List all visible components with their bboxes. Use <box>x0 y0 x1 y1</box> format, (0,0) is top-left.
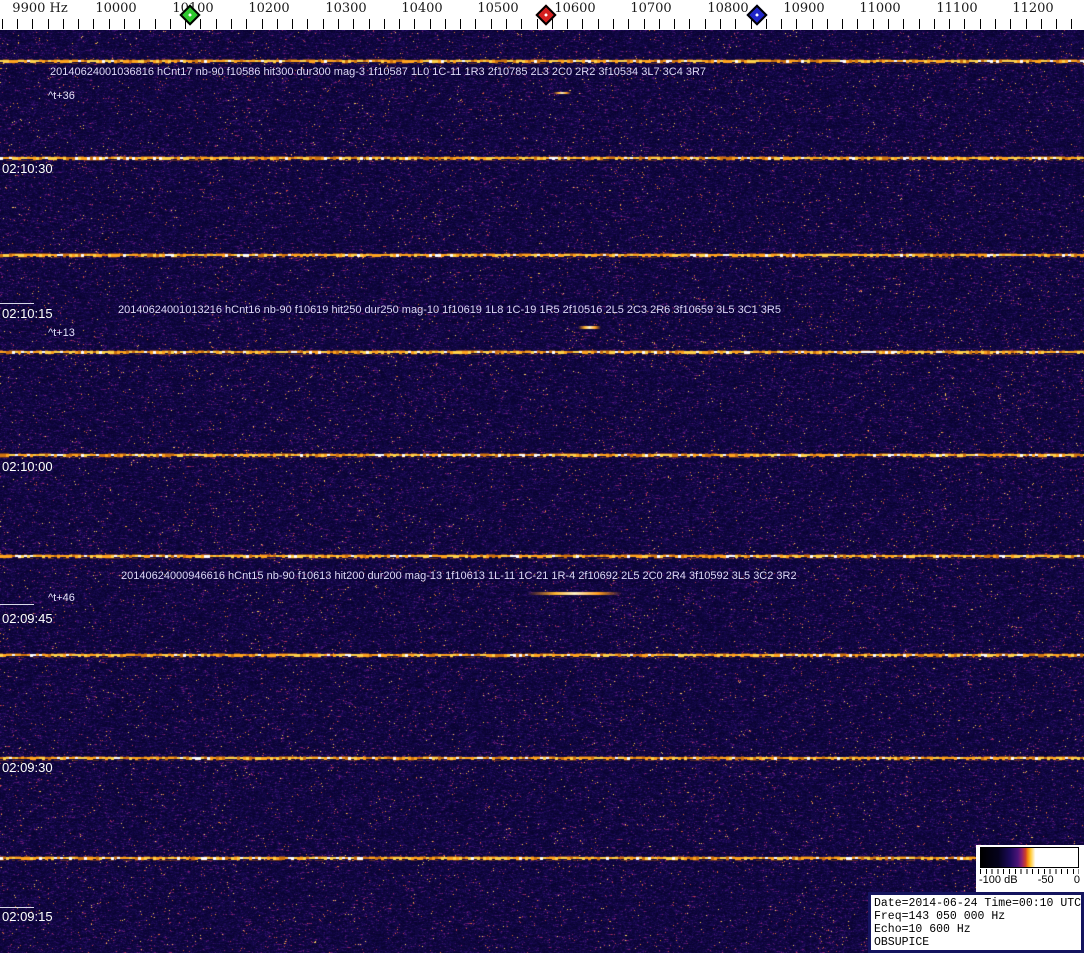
ruler-tick <box>399 19 401 29</box>
ruler-tick <box>704 19 706 29</box>
marker-center-dot <box>754 12 760 18</box>
ruler-tick <box>735 19 737 29</box>
meteor-spectrogram-window: 9900 Hz100001010010200103001040010500106… <box>0 0 1084 953</box>
ruler-tick <box>322 19 324 29</box>
ruler-tick <box>811 19 813 29</box>
ruler-tick <box>567 19 569 29</box>
ruler-tick <box>674 19 676 29</box>
info-station-id: OBSUPICE <box>874 936 930 949</box>
frequency-label: 10800 <box>707 1 749 16</box>
frequency-label: 11100 <box>936 1 978 16</box>
ruler-tick <box>995 19 996 29</box>
ruler-tick <box>490 19 492 29</box>
frequency-ruler: 9900 Hz100001010010200103001040010500106… <box>0 0 1084 30</box>
frequency-label: 10700 <box>630 1 672 16</box>
ruler-tick <box>765 19 767 29</box>
ruler-tick <box>124 19 126 29</box>
color-scale-gradient <box>980 847 1079 868</box>
ruler-tick <box>949 19 951 29</box>
ruler-tick <box>414 19 416 29</box>
marker-center-dot <box>187 12 193 18</box>
legend-label-max: 0 <box>1073 874 1080 886</box>
ruler-tick <box>903 19 905 29</box>
frequency-label: 10400 <box>401 1 443 16</box>
ruler-tick <box>383 19 385 29</box>
ruler-tick <box>689 19 691 29</box>
ruler-tick <box>139 19 141 29</box>
marker-center-dot <box>543 12 549 18</box>
frequency-label: 10600 <box>554 1 596 16</box>
ruler-tick <box>613 19 614 29</box>
ruler-tick <box>918 19 920 29</box>
ruler-tick <box>276 19 278 29</box>
info-frequency: Freq=143 050 000 Hz <box>874 910 1006 923</box>
ruler-tick <box>1040 19 1042 29</box>
frequency-label: 10000 <box>95 1 137 16</box>
frequency-label: 10500 <box>477 1 519 16</box>
ruler-tick <box>796 19 798 29</box>
station-info-box: Date=2014-06-24 Time=00:10 UTC Freq=143 … <box>868 892 1084 953</box>
ruler-tick <box>857 19 859 29</box>
frequency-label: 10900 <box>783 1 825 16</box>
ruler-tick <box>628 19 630 29</box>
ruler-tick <box>1071 19 1073 29</box>
ruler-tick <box>200 19 202 29</box>
ruler-tick <box>872 19 874 29</box>
ruler-tick <box>582 19 584 29</box>
legend-label-min: -100 dB <box>979 874 1018 886</box>
ruler-tick <box>307 19 309 29</box>
ruler-tick <box>108 19 110 29</box>
ruler-tick <box>444 19 446 29</box>
ruler-tick <box>154 19 156 29</box>
ruler-tick <box>460 19 462 29</box>
info-date-time: Date=2014-06-24 Time=00:10 UTC <box>874 897 1082 910</box>
ruler-tick <box>521 19 523 29</box>
ruler-tick <box>32 19 34 29</box>
ruler-tick <box>62 19 64 29</box>
ruler-tick <box>78 19 80 29</box>
ruler-tick <box>47 19 49 29</box>
ruler-tick <box>826 19 828 29</box>
ruler-tick <box>292 19 294 29</box>
frequency-label: 10200 <box>248 1 290 16</box>
ruler-tick <box>506 19 508 29</box>
ruler-tick <box>368 19 370 29</box>
ruler-tick <box>781 19 783 29</box>
ruler-tick <box>1010 19 1012 29</box>
ruler-tick <box>979 19 981 29</box>
ruler-tick <box>231 19 232 29</box>
ruler-tick <box>261 19 263 29</box>
ruler-tick <box>246 19 248 29</box>
ruler-tick <box>536 19 538 29</box>
info-echo: Echo=10 600 Hz <box>874 923 971 936</box>
frequency-label: 9900 Hz <box>12 1 68 16</box>
ruler-tick <box>429 19 431 29</box>
legend-label-mid: -50 <box>1037 874 1054 886</box>
ruler-tick <box>551 19 553 29</box>
ruler-tick <box>933 19 935 29</box>
ruler-tick <box>842 19 844 29</box>
color-scale-legend: -100 dB -50 0 <box>976 845 1084 892</box>
frequency-label: 10300 <box>325 1 367 16</box>
ruler-tick <box>337 19 339 29</box>
ruler-tick <box>643 19 645 29</box>
ruler-tick <box>1 19 3 29</box>
frequency-label: 11200 <box>1012 1 1054 16</box>
ruler-tick <box>215 19 217 29</box>
ruler-tick <box>17 19 19 29</box>
ruler-tick <box>888 19 890 29</box>
ruler-tick <box>93 19 95 29</box>
ruler-tick <box>658 19 660 29</box>
frequency-label: 11000 <box>859 1 901 16</box>
ruler-tick <box>1056 19 1058 29</box>
ruler-tick <box>353 19 355 29</box>
ruler-tick <box>475 19 477 29</box>
ruler-tick <box>597 19 599 29</box>
ruler-tick <box>1025 19 1027 29</box>
color-scale-labels: -100 dB -50 0 <box>979 874 1080 886</box>
spectrogram-canvas[interactable] <box>0 30 1084 953</box>
ruler-tick <box>964 19 966 29</box>
ruler-tick <box>719 19 721 29</box>
ruler-tick <box>169 19 171 29</box>
